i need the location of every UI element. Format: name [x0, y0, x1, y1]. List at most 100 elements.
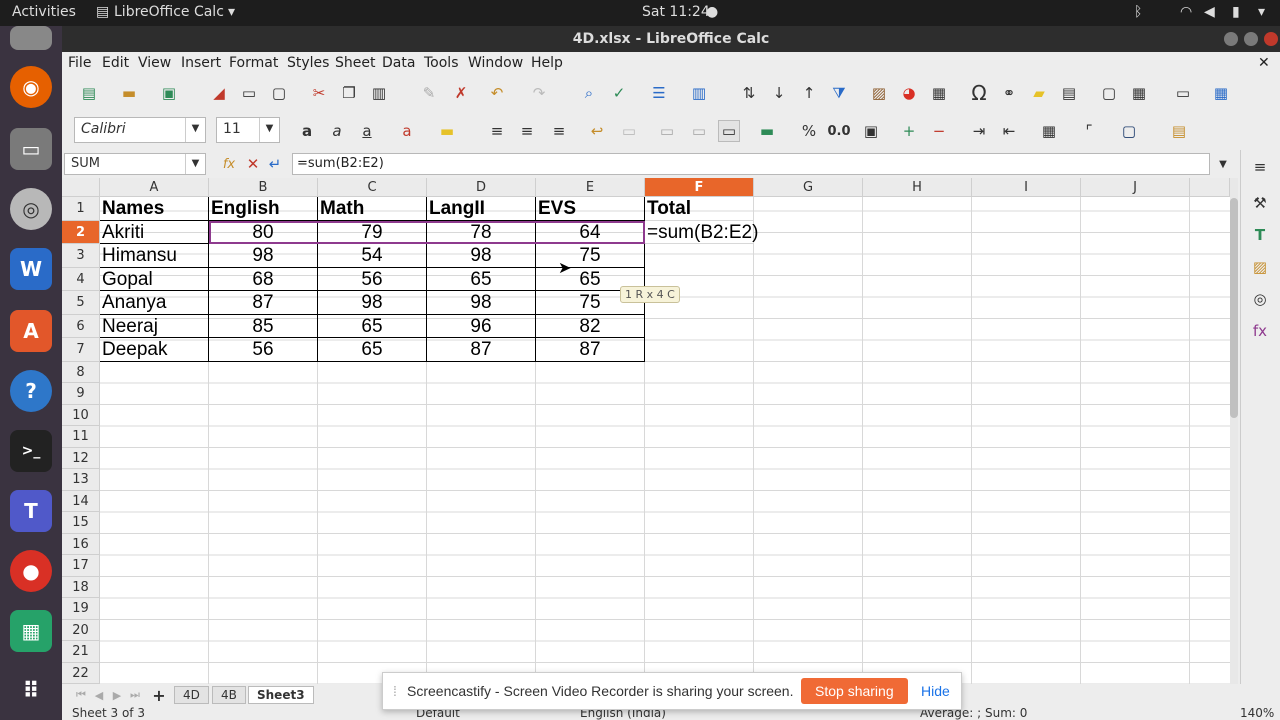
export-pdf-icon[interactable]: ◢: [208, 82, 230, 104]
menu-styles[interactable]: Styles: [287, 55, 329, 71]
cell-e7[interactable]: 87: [536, 338, 645, 362]
row-header-2[interactable]: 2: [62, 221, 100, 244]
menu-data[interactable]: Data: [382, 55, 415, 71]
percent-icon[interactable]: %: [798, 120, 820, 142]
chevron-down-icon[interactable]: ▼: [185, 154, 205, 174]
number-format-icon[interactable]: 0.0: [827, 120, 850, 142]
redo-icon[interactable]: ↷: [528, 82, 550, 104]
cell-a5[interactable]: Ananya: [100, 291, 209, 315]
clear-format-icon[interactable]: ✗: [450, 82, 472, 104]
column-header-h[interactable]: H: [863, 178, 972, 197]
name-box[interactable]: SUM ▼: [64, 153, 206, 175]
drag-handle-icon[interactable]: ⁞: [393, 683, 397, 699]
app-menu[interactable]: LibreOffice Calc: [114, 4, 224, 20]
row-header-7[interactable]: 7: [62, 338, 100, 362]
cell-b3[interactable]: 98: [209, 244, 318, 268]
menu-edit[interactable]: Edit: [102, 55, 129, 71]
decrease-indent-icon[interactable]: ⇤: [998, 120, 1020, 142]
cell-b4[interactable]: 68: [209, 268, 318, 291]
spelling-icon[interactable]: ✓: [608, 82, 630, 104]
row-header-14[interactable]: 14: [62, 491, 100, 512]
row-header-18[interactable]: 18: [62, 577, 100, 598]
image-icon[interactable]: ▨: [868, 82, 890, 104]
zoom-level[interactable]: 140%: [1240, 706, 1274, 720]
add-sheet-icon[interactable]: +: [148, 684, 170, 706]
cell-b2[interactable]: 80: [209, 221, 318, 244]
copy-icon[interactable]: ❐: [338, 82, 360, 104]
cell-e2[interactable]: 64: [536, 221, 645, 244]
menu-tools[interactable]: Tools: [424, 55, 459, 71]
clock[interactable]: Sat 11:24: [642, 4, 710, 20]
writer-icon[interactable]: W: [10, 248, 52, 290]
cell-c5[interactable]: 98: [318, 291, 427, 315]
minimize-button[interactable]: [1224, 32, 1238, 46]
row-header-6[interactable]: 6: [62, 315, 100, 338]
help-icon[interactable]: ?: [10, 370, 52, 412]
chrome-icon[interactable]: ●: [10, 550, 52, 592]
merge-cells-icon[interactable]: ▭: [618, 120, 640, 142]
cell-d6[interactable]: 96: [427, 315, 536, 338]
undo-icon[interactable]: ↶: [486, 82, 508, 104]
row-header-13[interactable]: 13: [62, 469, 100, 491]
cell-e3[interactable]: 75: [536, 244, 645, 268]
row-header-9[interactable]: 9: [62, 383, 100, 405]
chevron-down-icon[interactable]: ▼: [259, 118, 279, 142]
chevron-down-icon[interactable]: ▼: [185, 118, 205, 142]
sheet-tab-sheet3[interactable]: Sheet3: [248, 686, 314, 704]
align-top-icon[interactable]: ▭: [656, 120, 678, 142]
properties-icon[interactable]: ⚒: [1249, 192, 1271, 214]
row-header-3[interactable]: 3: [62, 244, 100, 268]
cell-b5[interactable]: 87: [209, 291, 318, 315]
split-window-icon[interactable]: ▭: [1172, 82, 1194, 104]
navigator-icon[interactable]: ◎: [1249, 288, 1271, 310]
menu-sheet[interactable]: Sheet: [335, 55, 375, 71]
maximize-button[interactable]: [1244, 32, 1258, 46]
last-sheet-icon[interactable]: ⏭: [124, 684, 146, 706]
close-document-icon[interactable]: ✕: [1258, 55, 1270, 71]
highlight-icon[interactable]: ▬: [436, 120, 458, 142]
align-middle-icon[interactable]: ▭: [688, 120, 710, 142]
formula-input[interactable]: =sum(B2:E2): [292, 153, 1210, 175]
file-manager-icon[interactable]: ▭: [10, 128, 52, 170]
column-header-i[interactable]: I: [972, 178, 1081, 197]
cell-c2[interactable]: 79: [318, 221, 427, 244]
column-header-j[interactable]: J: [1081, 178, 1190, 197]
cell-a1[interactable]: Names: [100, 197, 209, 221]
sidebar-toggle-icon[interactable]: ▦: [1210, 82, 1232, 104]
volume-icon[interactable]: ◀: [1204, 4, 1215, 20]
cell-c1[interactable]: Math: [318, 197, 427, 221]
column-header-d[interactable]: D: [427, 178, 536, 197]
row-header-11[interactable]: 11: [62, 426, 100, 448]
cell-a4[interactable]: Gopal: [100, 268, 209, 291]
files-partial-icon[interactable]: [10, 26, 52, 50]
row-header-15[interactable]: 15: [62, 512, 100, 534]
border-style-icon[interactable]: ⌜: [1078, 120, 1100, 142]
sheet-tab-4d[interactable]: 4D: [174, 686, 209, 704]
column-header-g[interactable]: G: [754, 178, 863, 197]
align-left-icon[interactable]: ≡: [486, 120, 508, 142]
italic-icon[interactable]: a: [326, 120, 348, 142]
wrap-text-icon[interactable]: ↩: [586, 120, 608, 142]
comment-icon[interactable]: ▰: [1028, 82, 1050, 104]
delete-decimal-icon[interactable]: −: [928, 120, 950, 142]
cell-b7[interactable]: 56: [209, 338, 318, 362]
row-header-17[interactable]: 17: [62, 555, 100, 577]
add-decimal-icon[interactable]: +: [898, 120, 920, 142]
align-right-icon[interactable]: ≡: [548, 120, 570, 142]
row-header-21[interactable]: 21: [62, 641, 100, 663]
row-header-5[interactable]: 5: [62, 291, 100, 315]
gallery-icon[interactable]: ▨: [1249, 256, 1271, 278]
row-header-20[interactable]: 20: [62, 620, 100, 641]
firefox-icon[interactable]: ◉: [10, 66, 52, 108]
cell-a3[interactable]: Himansu: [100, 244, 209, 268]
row-header-12[interactable]: 12: [62, 448, 100, 469]
battery-icon[interactable]: ▮: [1232, 4, 1240, 20]
cell-e1[interactable]: EVS: [536, 197, 645, 221]
align-center-icon[interactable]: ≡: [516, 120, 538, 142]
column-header-f[interactable]: F: [645, 178, 754, 197]
row-header-22[interactable]: 22: [62, 663, 100, 684]
rhythmbox-icon[interactable]: ◎: [10, 188, 52, 230]
autofilter-icon[interactable]: ⧩: [828, 82, 850, 104]
row-header-8[interactable]: 8: [62, 362, 100, 383]
row-header-10[interactable]: 10: [62, 405, 100, 426]
